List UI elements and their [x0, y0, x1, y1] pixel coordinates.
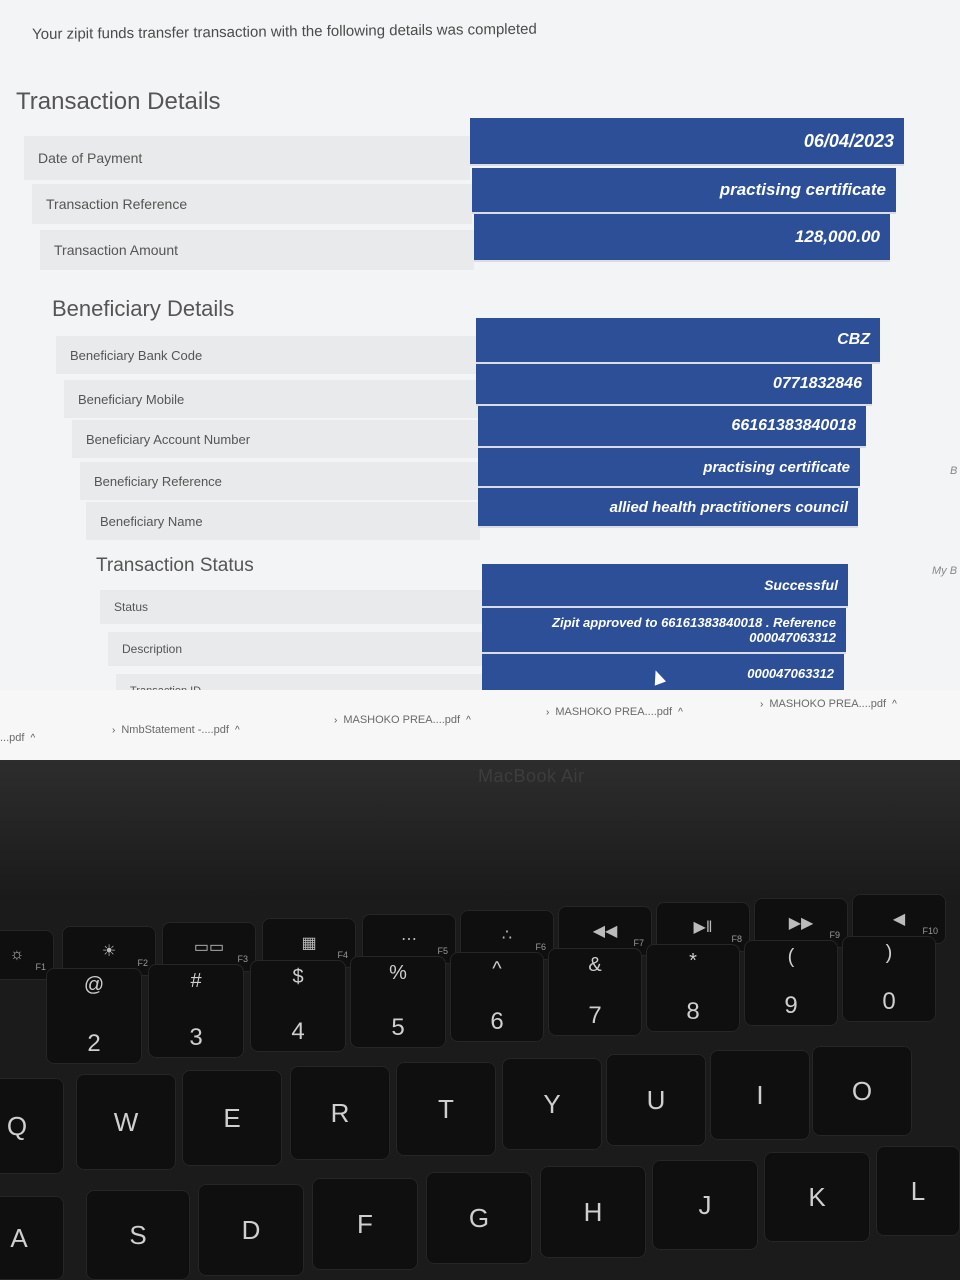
key-3[interactable]: #3 [148, 964, 244, 1058]
key-e[interactable]: E [182, 1070, 282, 1166]
mute-icon: ◀ [892, 911, 906, 928]
key-h[interactable]: H [540, 1166, 646, 1258]
status-value: Successful [482, 564, 848, 608]
chevron-up-icon[interactable]: ^ [30, 733, 35, 744]
transaction-reference-label: Transaction Reference [32, 184, 472, 224]
download-item-label: NmbStatement -....pdf [121, 724, 229, 736]
key-g[interactable]: G [426, 1172, 532, 1264]
key-o[interactable]: O [812, 1046, 912, 1136]
keyboard-light-up-icon: ∴ [501, 927, 513, 944]
key-2[interactable]: @2 [46, 968, 142, 1064]
description-label: Description [108, 632, 482, 666]
intro-text: Your zipit funds transfer transaction wi… [32, 20, 537, 43]
side-text-my: My B [932, 565, 958, 577]
key-4[interactable]: $4 [250, 960, 346, 1052]
transaction-amount-label: Transaction Amount [40, 230, 474, 270]
key-w[interactable]: W [76, 1074, 176, 1170]
file-icon: › [760, 698, 764, 710]
laptop-brand: MacBook Air [478, 766, 585, 786]
play-pause-icon: ▶‖ [693, 919, 713, 936]
status-label: Status [100, 590, 482, 624]
transaction-amount-value: 128,000.00 [474, 214, 890, 262]
brightness-down-icon: ☼ [9, 946, 25, 963]
downloads-bar: ...pdf ^ › NmbStatement -....pdf ^ › MAS… [0, 690, 960, 760]
transaction-status-title: Transaction Status [96, 555, 254, 576]
description-value-line1: Zipit approved to 66161383840018 . Refer… [552, 615, 836, 630]
file-icon: › [112, 724, 116, 736]
beneficiary-name-label: Beneficiary Name [86, 502, 480, 540]
date-of-payment-value: 06/04/2023 [470, 118, 904, 166]
download-item-label: MASHOKO PREA....pdf [769, 698, 887, 710]
description-value: Zipit approved to 66161383840018 . Refer… [482, 608, 846, 654]
launchpad-icon: ▦ [301, 935, 317, 952]
key-8[interactable]: * 8 [646, 944, 740, 1032]
download-item-label: ...pdf [0, 732, 25, 744]
chevron-up-icon[interactable]: ^ [235, 725, 240, 736]
key-y[interactable]: Y [502, 1058, 602, 1150]
beneficiary-reference-label: Beneficiary Reference [80, 462, 480, 500]
download-item[interactable]: › MASHOKO PREA....pdf ^ [760, 698, 897, 710]
key-i[interactable]: I [710, 1050, 810, 1140]
file-icon: › [334, 714, 338, 726]
beneficiary-bank-code-value: CBZ [476, 318, 880, 364]
beneficiary-name-value: allied health practitioners council [478, 488, 858, 528]
key-k[interactable]: K [764, 1152, 870, 1242]
key-f[interactable]: F [312, 1178, 418, 1270]
chevron-up-icon[interactable]: ^ [678, 707, 683, 718]
beneficiary-account-number-label: Beneficiary Account Number [72, 420, 478, 458]
keyboard-light-down-icon: ⋯ [401, 931, 417, 948]
key-7[interactable]: & 7 [548, 948, 642, 1036]
mission-control-icon: ▭▭ [193, 939, 225, 956]
browser-screen: Your zipit funds transfer transaction wi… [0, 0, 960, 760]
description-value-line2: 000047063312 [749, 630, 836, 645]
key-r[interactable]: R [290, 1066, 390, 1160]
beneficiary-account-number-value: 66161383840018 [478, 406, 866, 448]
beneficiary-bank-code-label: Beneficiary Bank Code [56, 336, 476, 374]
key-a[interactable]: A [0, 1196, 64, 1280]
brightness-up-icon: ☀ [101, 943, 117, 960]
key-s[interactable]: S [86, 1190, 190, 1280]
key-j[interactable]: J [652, 1160, 758, 1250]
beneficiary-reference-value: practising certificate [478, 448, 860, 488]
transaction-details-title: Transaction Details [16, 88, 221, 115]
rewind-icon: ◀◀ [592, 923, 618, 940]
key-t[interactable]: T [396, 1062, 496, 1156]
key-l[interactable]: L [876, 1146, 960, 1236]
file-icon: › [546, 706, 550, 718]
chevron-up-icon[interactable]: ^ [466, 715, 471, 726]
download-item[interactable]: ...pdf ^ [0, 732, 35, 744]
key-6[interactable]: ^ 6 [450, 952, 544, 1042]
key-q[interactable]: Q [0, 1078, 64, 1174]
download-item[interactable]: › MASHOKO PREA....pdf ^ [546, 706, 683, 718]
key-0[interactable]: ) 0 [842, 936, 936, 1022]
fast-forward-icon: ▶▶ [788, 915, 814, 932]
download-item-label: MASHOKO PREA....pdf [343, 714, 461, 726]
date-of-payment-label: Date of Payment [24, 136, 470, 180]
download-item[interactable]: › MASHOKO PREA....pdf ^ [334, 714, 471, 726]
side-text-b: B [950, 465, 958, 477]
key-9[interactable]: (9 [744, 940, 838, 1026]
beneficiary-details-title: Beneficiary Details [52, 296, 235, 321]
beneficiary-mobile-value: 0771832846 [476, 364, 872, 406]
transaction-reference-value: practising certificate [472, 168, 896, 214]
key-5[interactable]: % 5 [350, 956, 446, 1048]
download-item[interactable]: › NmbStatement -....pdf ^ [112, 724, 240, 736]
chevron-up-icon[interactable]: ^ [892, 699, 897, 710]
beneficiary-mobile-label: Beneficiary Mobile [64, 380, 478, 418]
key-d[interactable]: D [198, 1184, 304, 1276]
key-u[interactable]: U [606, 1054, 706, 1146]
download-item-label: MASHOKO PREA....pdf [555, 706, 673, 718]
